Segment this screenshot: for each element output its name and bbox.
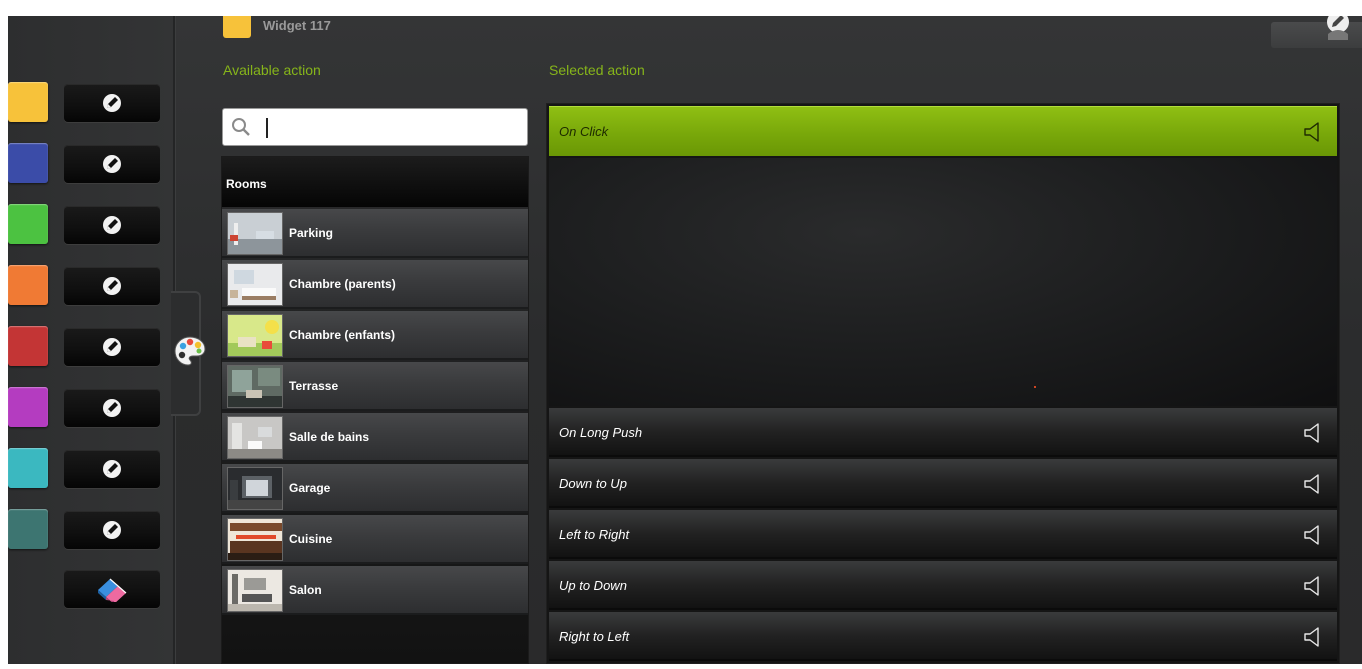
edit-icon bbox=[103, 155, 121, 173]
eraser-button[interactable] bbox=[64, 570, 160, 608]
action-label: Right to Left bbox=[559, 629, 630, 644]
color-swatch-orange[interactable] bbox=[8, 265, 48, 305]
speaker-icon[interactable] bbox=[1303, 626, 1323, 648]
speaker-icon[interactable] bbox=[1303, 121, 1323, 143]
color-swatch-green[interactable] bbox=[8, 204, 48, 244]
search-box[interactable] bbox=[222, 108, 528, 146]
room-row[interactable]: Chambre (parents) bbox=[222, 260, 528, 309]
room-thumbnail bbox=[227, 212, 283, 255]
color-swatch-teal[interactable] bbox=[8, 509, 48, 549]
edit-icon bbox=[103, 521, 121, 539]
color-swatch-red[interactable] bbox=[8, 326, 48, 366]
room-thumbnail bbox=[227, 365, 283, 408]
room-row[interactable]: Parking bbox=[222, 209, 528, 258]
widget-title: Widget 117 bbox=[263, 18, 331, 33]
room-thumbnail bbox=[227, 518, 283, 561]
widget-color-swatch bbox=[223, 16, 251, 38]
room-row[interactable]: Cuisine bbox=[222, 515, 528, 564]
edit-icon bbox=[103, 460, 121, 478]
edit-color-button[interactable] bbox=[64, 206, 160, 244]
selected-action-label: Selected action bbox=[549, 62, 645, 78]
edit-icon bbox=[103, 216, 121, 234]
action-label: On Click bbox=[559, 124, 609, 139]
color-swatch-yellow[interactable] bbox=[8, 82, 48, 122]
room-row[interactable]: Garage bbox=[222, 464, 528, 513]
action-row[interactable]: On Long Push bbox=[549, 408, 1337, 457]
room-thumbnail bbox=[227, 416, 283, 459]
room-row[interactable]: Salle de bains bbox=[222, 413, 528, 462]
action-row-on-click[interactable]: On Click bbox=[549, 106, 1337, 156]
speaker-icon[interactable] bbox=[1303, 422, 1323, 444]
available-action-label: Available action bbox=[223, 62, 321, 78]
action-label: Left to Right bbox=[559, 527, 630, 542]
speaker-icon[interactable] bbox=[1303, 473, 1323, 495]
action-label: Down to Up bbox=[559, 476, 627, 491]
edit-color-button[interactable] bbox=[64, 84, 160, 122]
room-label: Garage bbox=[289, 481, 331, 495]
rooms-list: Rooms Parking Chambre (parents) Chambre (e… bbox=[221, 156, 529, 664]
edit-icon bbox=[103, 277, 121, 295]
color-swatch-purple[interactable] bbox=[8, 387, 48, 427]
edit-color-button[interactable] bbox=[64, 511, 160, 549]
action-label: On Long Push bbox=[559, 425, 643, 440]
search-input[interactable] bbox=[259, 115, 521, 141]
room-label: Parking bbox=[289, 226, 334, 240]
room-label: Salle de bains bbox=[289, 430, 370, 444]
edit-icon bbox=[103, 94, 121, 112]
app-window: Widget 117 Available action Selected act… bbox=[8, 16, 1362, 664]
palette-icon[interactable] bbox=[173, 334, 207, 368]
room-thumbnail bbox=[227, 314, 283, 357]
room-label: Terrasse bbox=[289, 379, 339, 393]
marker-dot bbox=[1034, 386, 1036, 388]
room-thumbnail bbox=[227, 467, 283, 510]
room-label: Salon bbox=[289, 583, 322, 597]
room-row[interactable]: Salon bbox=[222, 566, 528, 615]
text-caret bbox=[266, 118, 268, 138]
color-swatch-cyan[interactable] bbox=[8, 448, 48, 488]
action-row[interactable]: Left to Right bbox=[549, 510, 1337, 559]
edit-color-button[interactable] bbox=[64, 328, 160, 366]
search-icon bbox=[232, 118, 250, 136]
edit-color-button[interactable] bbox=[64, 450, 160, 488]
color-swatch-blue[interactable] bbox=[8, 143, 48, 183]
speaker-icon[interactable] bbox=[1303, 524, 1323, 546]
room-row[interactable]: Chambre (enfants) bbox=[222, 311, 528, 360]
action-row[interactable]: Up to Down bbox=[549, 561, 1337, 610]
eraser-icon bbox=[98, 578, 127, 602]
room-thumbnail bbox=[227, 263, 283, 306]
action-row[interactable]: Down to Up bbox=[549, 459, 1337, 508]
rooms-header: Rooms bbox=[222, 157, 528, 207]
edit-icon bbox=[103, 399, 121, 417]
edit-color-button[interactable] bbox=[64, 389, 160, 427]
edit-icon bbox=[103, 338, 121, 356]
room-row[interactable]: Terrasse bbox=[222, 362, 528, 411]
edit-color-button[interactable] bbox=[64, 267, 160, 305]
room-label: Chambre (parents) bbox=[289, 277, 396, 291]
action-label: Up to Down bbox=[559, 578, 627, 593]
speaker-icon[interactable] bbox=[1303, 575, 1323, 597]
room-thumbnail bbox=[227, 569, 283, 612]
room-label: Chambre (enfants) bbox=[289, 328, 396, 342]
edit-color-button[interactable] bbox=[64, 145, 160, 183]
room-label: Cuisine bbox=[289, 532, 333, 546]
selected-action-panel: On Click On Long Push Down to Up Left to R… bbox=[546, 103, 1340, 664]
edit-icon[interactable] bbox=[1324, 16, 1352, 40]
action-drop-area[interactable] bbox=[549, 158, 1337, 406]
action-row[interactable]: Right to Left bbox=[549, 612, 1337, 661]
